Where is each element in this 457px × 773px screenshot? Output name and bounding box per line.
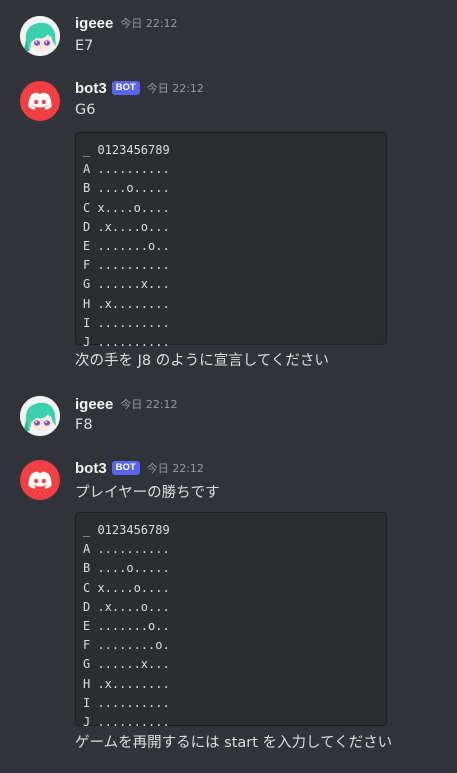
username[interactable]: igeee [75,396,113,413]
user-avatar[interactable] [20,16,60,56]
board-row: G ......x... [83,657,170,672]
board-row: G ......x... [83,277,170,292]
message-header: igeee 今日 22:12 [75,13,178,33]
bot-badge: BOT [111,81,140,95]
message-text: プレイヤーの勝ちです [75,485,220,501]
board-row: E .......o.. [83,618,170,633]
board-header-row: _ 0123456789 [83,523,170,537]
board-row: A .......... [83,542,170,557]
board-row: C x....o.... [83,200,170,215]
username[interactable]: igeee [75,15,113,32]
board-row: A .......... [83,162,170,177]
board-row: H .x........ [83,296,170,311]
board-row: D .x....o... [83,599,170,614]
username[interactable]: bot3 [75,460,107,477]
timestamp[interactable]: 今日 22:12 [120,396,177,412]
board-row: B ....o..... [83,561,170,576]
board-row: F .......... [83,258,170,273]
username[interactable]: bot3 [75,80,107,97]
message-followup-text: 次の手を J8 のように宣言してください [75,353,329,369]
message-header: igeee 今日 22:12 [75,394,178,414]
board-row: I .......... [83,695,170,710]
timestamp[interactable]: 今日 22:12 [120,15,177,31]
board-row: I .......... [83,315,170,330]
code-block: _ 0123456789 A .......... B ....o..... C… [75,132,387,349]
board-row: B ....o..... [83,181,170,196]
timestamp[interactable]: 今日 22:12 [147,460,204,476]
discord-logo-icon [28,92,52,110]
message-text: G6 [75,102,96,118]
message-text: E7 [75,38,94,54]
board-header-row: _ 0123456789 [83,143,170,157]
board-row: F ........o. [83,638,170,653]
bot-avatar[interactable] [20,81,60,121]
message-header: bot3 BOT 今日 22:12 [75,458,204,478]
user-avatar[interactable] [20,396,60,436]
timestamp[interactable]: 今日 22:12 [147,80,204,96]
code-block: _ 0123456789 A .......... B ....o..... C… [75,512,387,729]
board-row: J .......... [83,714,170,729]
anime-avatar-icon [20,396,60,436]
message-text: F8 [75,417,93,433]
board-row: C x....o.... [83,580,170,595]
board-row: E .......o.. [83,238,170,253]
anime-avatar-icon [20,16,60,56]
message-header: bot3 BOT 今日 22:12 [75,78,204,98]
board-row: H .x........ [83,676,170,691]
bot-avatar[interactable] [20,460,60,500]
board-row: D .x....o... [83,219,170,234]
message-followup-text: ゲームを再開するには start を入力してください [75,735,393,751]
bot-badge: BOT [111,461,140,475]
discord-logo-icon [28,471,52,489]
